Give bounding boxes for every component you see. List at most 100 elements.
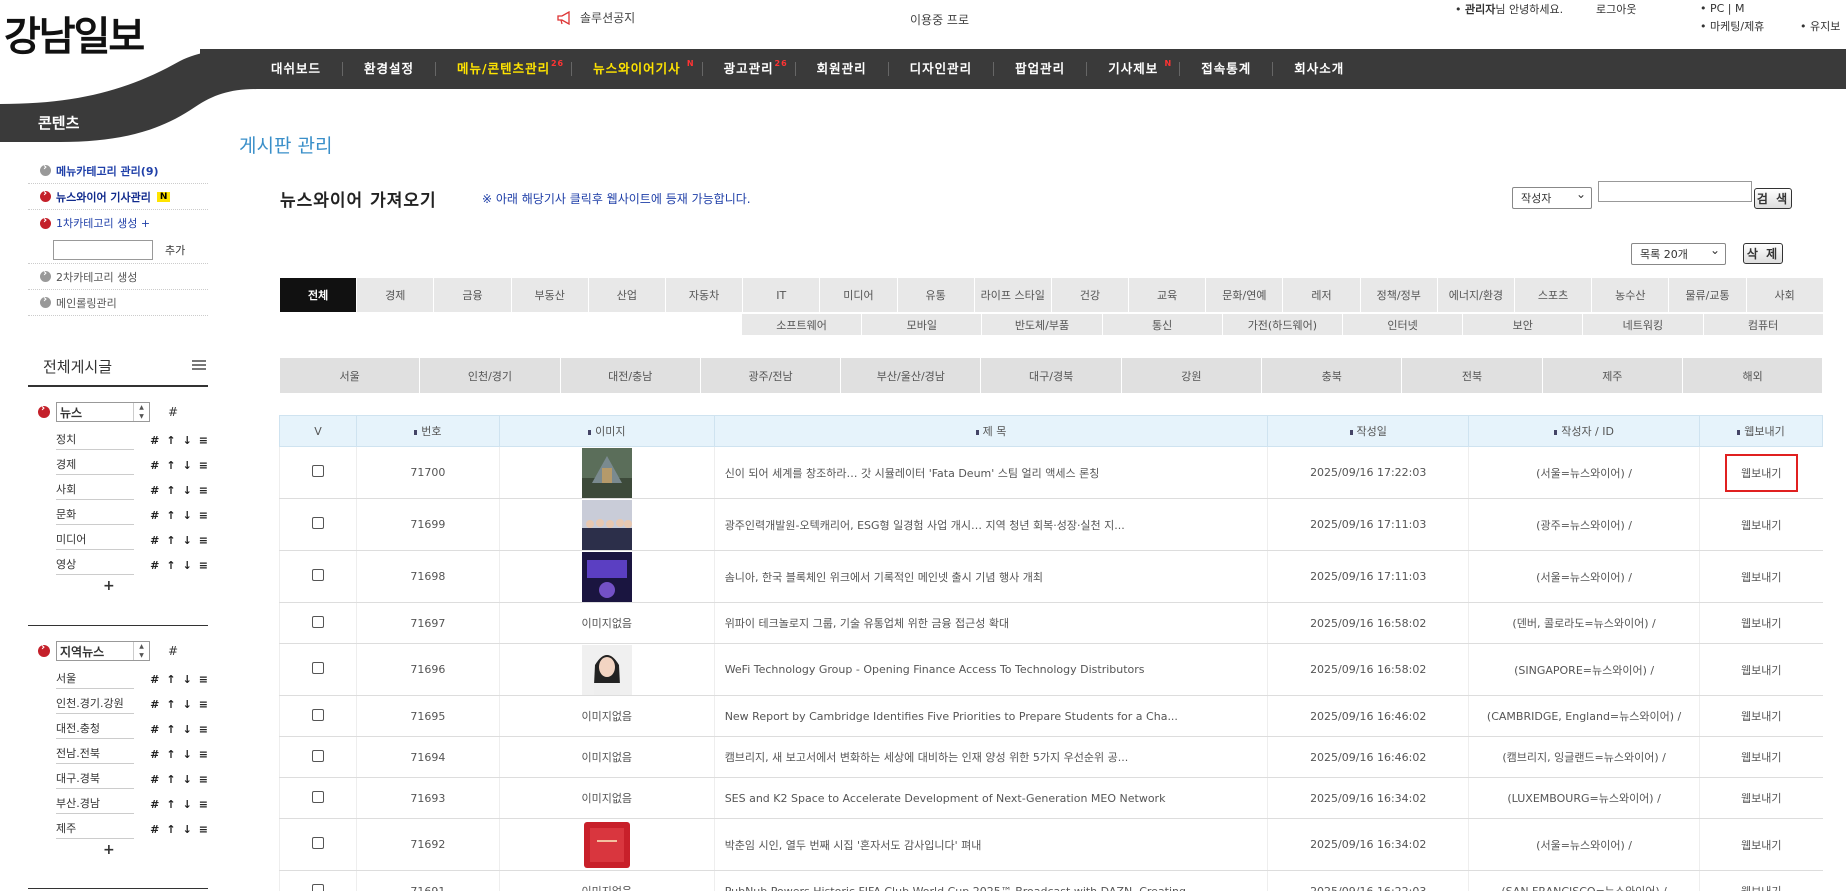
hash-icon[interactable]: # [150,673,159,686]
board-item[interactable]: 서울 # ↑ ↓ ≡ [56,667,208,692]
search-input[interactable] [1598,181,1752,202]
table-row[interactable]: 71699 광주인력개발원-오텍캐리어, ESG형 일경험 사업 개시… 지역 청… [279,498,1823,551]
board-item[interactable]: 사회 # ↑ ↓ ≡ [56,478,208,503]
category-add-button[interactable]: 추가 [165,242,185,258]
board-item[interactable]: 대구.경북 # ↑ ↓ ≡ [56,767,208,792]
article-title-link[interactable]: WeFi Technology Group - Opening Finance … [713,643,1268,696]
category-tab[interactable]: 교육 [1129,278,1207,312]
category-name-input[interactable] [53,239,153,260]
category-tab[interactable]: 사회 [1746,278,1824,312]
hamburger-icon[interactable] [192,360,206,370]
hash-icon[interactable]: # [168,644,178,658]
col-header-select[interactable]: V [279,415,357,447]
reorder-icon[interactable]: ≡ [199,723,208,736]
hash-icon[interactable]: # [150,559,159,572]
board-item[interactable]: 경제 # ↑ ↓ ≡ [56,453,208,478]
hash-icon[interactable]: # [150,509,159,522]
move-up-icon[interactable]: ↑ [166,534,175,547]
reorder-icon[interactable]: ≡ [199,798,208,811]
category-tab[interactable]: IT [743,278,821,312]
move-up-icon[interactable]: ↑ [166,673,175,686]
move-down-icon[interactable]: ↓ [183,723,192,736]
nav-item[interactable]: 뉴스와이어기사 N [572,59,703,76]
category-tab[interactable]: 유통 [897,278,975,312]
move-down-icon[interactable]: ↓ [183,484,192,497]
sidebar-item-main-layout[interactable]: 메인롤링관리 [28,290,208,316]
reorder-icon[interactable]: ≡ [199,773,208,786]
category-tab[interactable]: 금융 [434,278,512,312]
web-send-button[interactable]: 웹보내기 [1725,506,1797,544]
article-title-link[interactable]: 신이 되어 세계를 창조하라… 갓 시뮬레이터 'Fata Deum' 스팀 얼… [713,446,1268,499]
article-title-link[interactable]: 솜니아, 한국 블록체인 위크에서 기록적인 메인넷 출시 기념 행사 개최 [713,550,1268,603]
board-item[interactable]: 인천.경기.강원 # ↑ ↓ ≡ [56,692,208,717]
board-group-select[interactable]: 지역뉴스 ▲ ▼ [56,641,150,661]
nav-item[interactable]: 회사소개 [1273,62,1365,76]
web-send-button[interactable]: 웹보내기 [1725,697,1797,735]
move-down-icon[interactable]: ↓ [183,748,192,761]
nav-item[interactable]: 광고관리 26 [703,59,796,76]
reorder-icon[interactable]: ≡ [199,823,208,836]
move-down-icon[interactable]: ↓ [183,559,192,572]
subcategory-tab[interactable]: 모바일 [862,314,983,335]
move-down-icon[interactable]: ↓ [183,773,192,786]
article-title-link[interactable]: SES and K2 Space to Accelerate Developme… [713,777,1268,819]
category-tab[interactable]: 건강 [1051,278,1130,312]
region-tab[interactable]: 해외 [1682,358,1824,393]
board-item[interactable]: 부산.경남 # ↑ ↓ ≡ [56,792,208,817]
row-checkbox[interactable] [311,517,324,529]
move-up-icon[interactable]: ↑ [166,559,175,572]
web-send-button[interactable]: 웹보내기 [1725,651,1797,689]
web-send-button[interactable]: 웹보내기 [1725,738,1797,776]
move-up-icon[interactable]: ↑ [166,484,175,497]
subcategory-tab[interactable]: 통신 [1102,314,1223,335]
add-board-button[interactable]: + [103,842,115,858]
nav-item[interactable]: 회원관리 [796,62,889,76]
move-down-icon[interactable]: ↓ [183,673,192,686]
subcategory-tab[interactable]: 가전(하드웨어) [1222,314,1343,335]
nav-item[interactable]: 대쉬보드 [250,62,344,76]
hash-icon[interactable]: # [150,484,159,497]
region-tab[interactable]: 부산/울산/경남 [841,358,982,393]
category-tab[interactable]: 전체 [280,278,358,312]
reorder-icon[interactable]: ≡ [199,673,208,686]
hash-icon[interactable]: # [168,405,178,419]
web-send-button[interactable]: 웹보내기 [1725,826,1797,864]
table-row[interactable]: 71697 이미지없음 위파이 테크놀로지 그룹, 기술 유통업체 위한 금융 접근… [279,602,1823,644]
board-item[interactable]: 정치 # ↑ ↓ ≡ [56,428,208,453]
category-tab[interactable]: 산업 [588,278,666,312]
reorder-icon[interactable]: ≡ [199,559,208,572]
region-tab[interactable]: 대전/충남 [560,358,701,393]
article-title-link[interactable]: New Report by Cambridge Identifies Five … [713,695,1268,737]
table-row[interactable]: 71694 이미지없음 캠브리지, 새 보고서에서 변화하는 세상에 대비하는 인재… [279,736,1823,778]
subcategory-tab[interactable]: 네트워킹 [1583,314,1704,335]
category-tab[interactable]: 미디어 [820,278,898,312]
sidebar-item-create-second[interactable]: 2차카테고리 생성 [28,264,208,290]
nav-item[interactable]: 메뉴/콘텐츠관리 26 [436,59,573,76]
subcategory-tab[interactable]: 반도체/부품 [982,314,1103,335]
web-send-button[interactable]: 웹보내기 [1725,604,1797,642]
category-tab[interactable]: 경제 [357,278,435,312]
nav-item[interactable]: 접속통계 [1180,62,1274,76]
row-checkbox[interactable] [311,465,324,477]
region-tab[interactable]: 전북 [1402,358,1543,393]
hash-icon[interactable]: # [150,823,159,836]
sidebar-item-menu-category[interactable]: 메뉴카테고리 관리(9) [28,158,208,184]
move-down-icon[interactable]: ↓ [183,509,192,522]
move-up-icon[interactable]: ↑ [166,459,175,472]
board-item[interactable]: 전남.전북 # ↑ ↓ ≡ [56,742,208,767]
reorder-icon[interactable]: ≡ [199,484,208,497]
hash-icon[interactable]: # [150,748,159,761]
row-checkbox[interactable] [311,569,324,581]
move-up-icon[interactable]: ↑ [166,773,175,786]
delete-button[interactable]: 삭 제 [1743,243,1783,264]
hash-icon[interactable]: # [150,698,159,711]
region-tab[interactable]: 충북 [1262,358,1403,393]
table-row[interactable]: 71700 신이 되어 세계를 창조하라… 갓 시뮬레이터 'Fata Deum'… [279,446,1823,499]
move-down-icon[interactable]: ↓ [183,823,192,836]
category-tab[interactable]: 자동차 [665,278,744,312]
hash-icon[interactable]: # [150,798,159,811]
nav-item[interactable]: 팝업관리 [994,62,1088,76]
region-tab[interactable]: 강원 [1121,358,1263,393]
move-up-icon[interactable]: ↑ [166,509,175,522]
article-title-link[interactable]: PubNub Powers Historic FIFA Club World C… [713,870,1268,891]
